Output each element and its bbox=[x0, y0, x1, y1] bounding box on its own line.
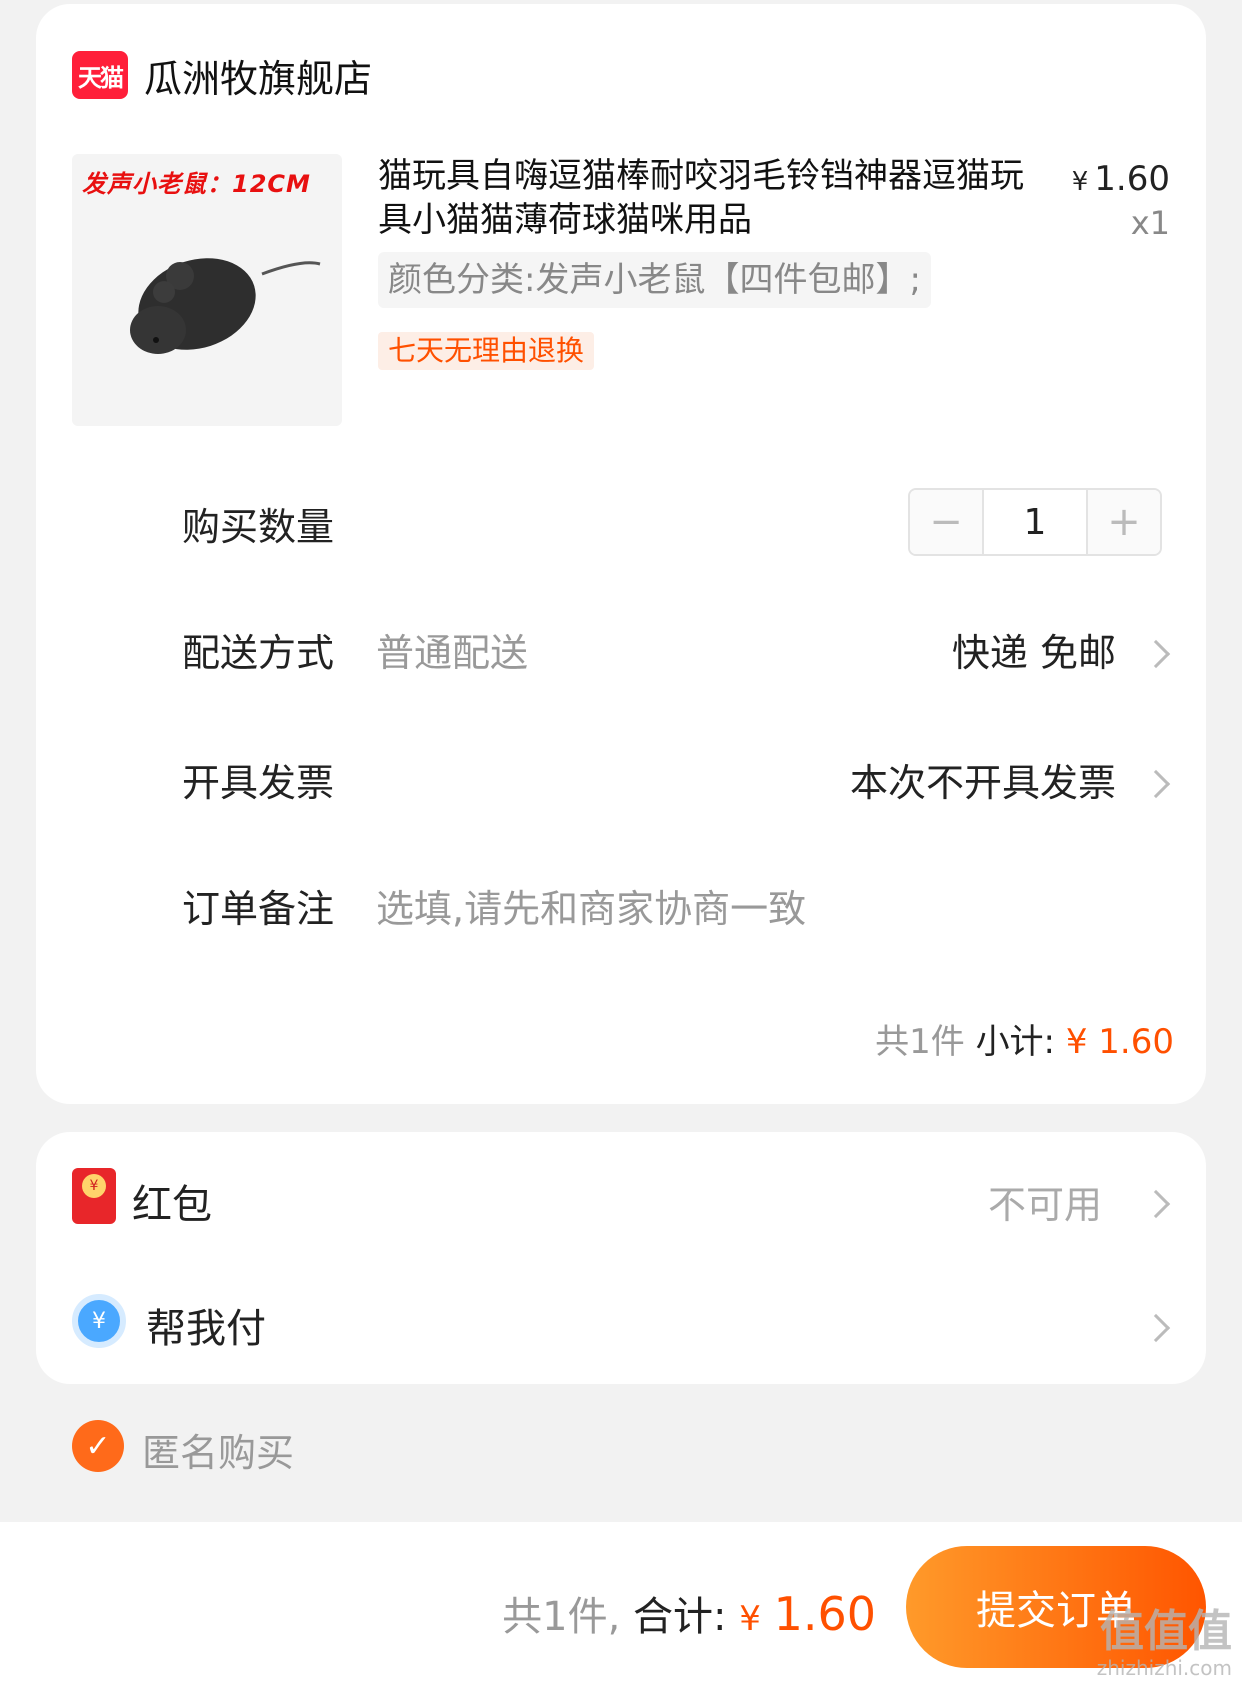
quantity-stepper[interactable]: − 1 + bbox=[908, 488, 1162, 556]
order-note-input[interactable]: 选填,请先和商家协商一致 bbox=[376, 878, 806, 933]
product-quantity: x1 bbox=[1130, 204, 1170, 242]
chevron-right-icon bbox=[1141, 1313, 1171, 1343]
anonymous-checkbox[interactable]: ✓ bbox=[72, 1420, 124, 1472]
subtotal-amount: ¥ 1.60 bbox=[1065, 1022, 1174, 1062]
help-pay-icon: ¥ bbox=[72, 1294, 126, 1348]
invoice-value: 本次不开具发票 bbox=[849, 761, 1116, 805]
product-image[interactable]: 发声小老鼠：12CM bbox=[72, 154, 342, 426]
delivery-value: 快递 免邮 bbox=[951, 631, 1116, 675]
help-pay-label: 帮我付 bbox=[146, 1306, 266, 1352]
order-card: 天猫 瓜洲牧旗舰店 发声小老鼠：12CM 猫玩具自嗨逗猫棒耐咬羽毛铃铛神器逗猫玩… bbox=[36, 4, 1206, 1104]
chevron-right-icon bbox=[1141, 769, 1171, 799]
total-label: 合计: bbox=[633, 1594, 727, 1640]
watermark: 值值值 zhizhizhi.com bbox=[1096, 1606, 1232, 1680]
product-price: ¥1.60 bbox=[1072, 159, 1170, 199]
chevron-right-icon bbox=[1141, 1189, 1171, 1219]
red-packet-icon: ¥ bbox=[72, 1168, 116, 1224]
quantity-input[interactable]: 1 bbox=[982, 490, 1088, 554]
product-image-caption: 发声小老鼠：12CM bbox=[82, 170, 311, 198]
chevron-right-icon bbox=[1141, 639, 1171, 669]
delivery-method: 普通配送 bbox=[376, 631, 529, 675]
subtotal: 共1件 小计: ¥ 1.60 bbox=[875, 1014, 1174, 1063]
redpacket-label: 红包 bbox=[132, 1182, 212, 1228]
checkout-bar: 共1件, 合计: ¥ 1.60 提交订单 值值值 zhizhizhi.com bbox=[0, 1522, 1242, 1686]
shop-name[interactable]: 瓜洲牧旗舰店 bbox=[144, 48, 372, 103]
price-value: 1.60 bbox=[1094, 159, 1170, 199]
tmall-logo-icon: 天猫 bbox=[72, 51, 128, 99]
increment-button[interactable]: + bbox=[1088, 490, 1160, 554]
delivery-label: 配送方式 bbox=[182, 631, 335, 675]
total-amount: 1.60 bbox=[773, 1587, 876, 1641]
decrement-button[interactable]: − bbox=[910, 490, 982, 554]
order-total: 共1件, 合计: ¥ 1.60 bbox=[502, 1584, 876, 1642]
subtotal-label: 小计: bbox=[975, 1022, 1056, 1062]
subtotal-count: 共1件 bbox=[875, 1022, 965, 1062]
return-policy-badge: 七天无理由退换 bbox=[378, 332, 595, 370]
price-currency: ¥ bbox=[1071, 167, 1089, 197]
shop-header[interactable]: 天猫 瓜洲牧旗舰店 bbox=[72, 46, 372, 104]
anonymous-label[interactable]: 匿名购买 bbox=[142, 1422, 294, 1477]
order-note-label: 订单备注 bbox=[182, 887, 335, 931]
sku-selector[interactable]: 颜色分类:发声小老鼠【四件包邮】; bbox=[378, 252, 931, 308]
payment-options-card: ¥ 红包 不可用 ¥ 帮我付 bbox=[36, 1132, 1206, 1384]
product-title[interactable]: 猫玩具自嗨逗猫棒耐咬羽毛铃铛神器逗猫玩具小猫猫薄荷球猫咪用品 bbox=[378, 154, 1028, 242]
redpacket-status: 不可用 bbox=[987, 1183, 1102, 1227]
invoice-label: 开具发票 bbox=[182, 761, 335, 805]
total-count: 共1件, bbox=[502, 1594, 621, 1640]
total-currency: ¥ bbox=[739, 1599, 761, 1639]
quantity-label: 购买数量 bbox=[182, 505, 335, 549]
